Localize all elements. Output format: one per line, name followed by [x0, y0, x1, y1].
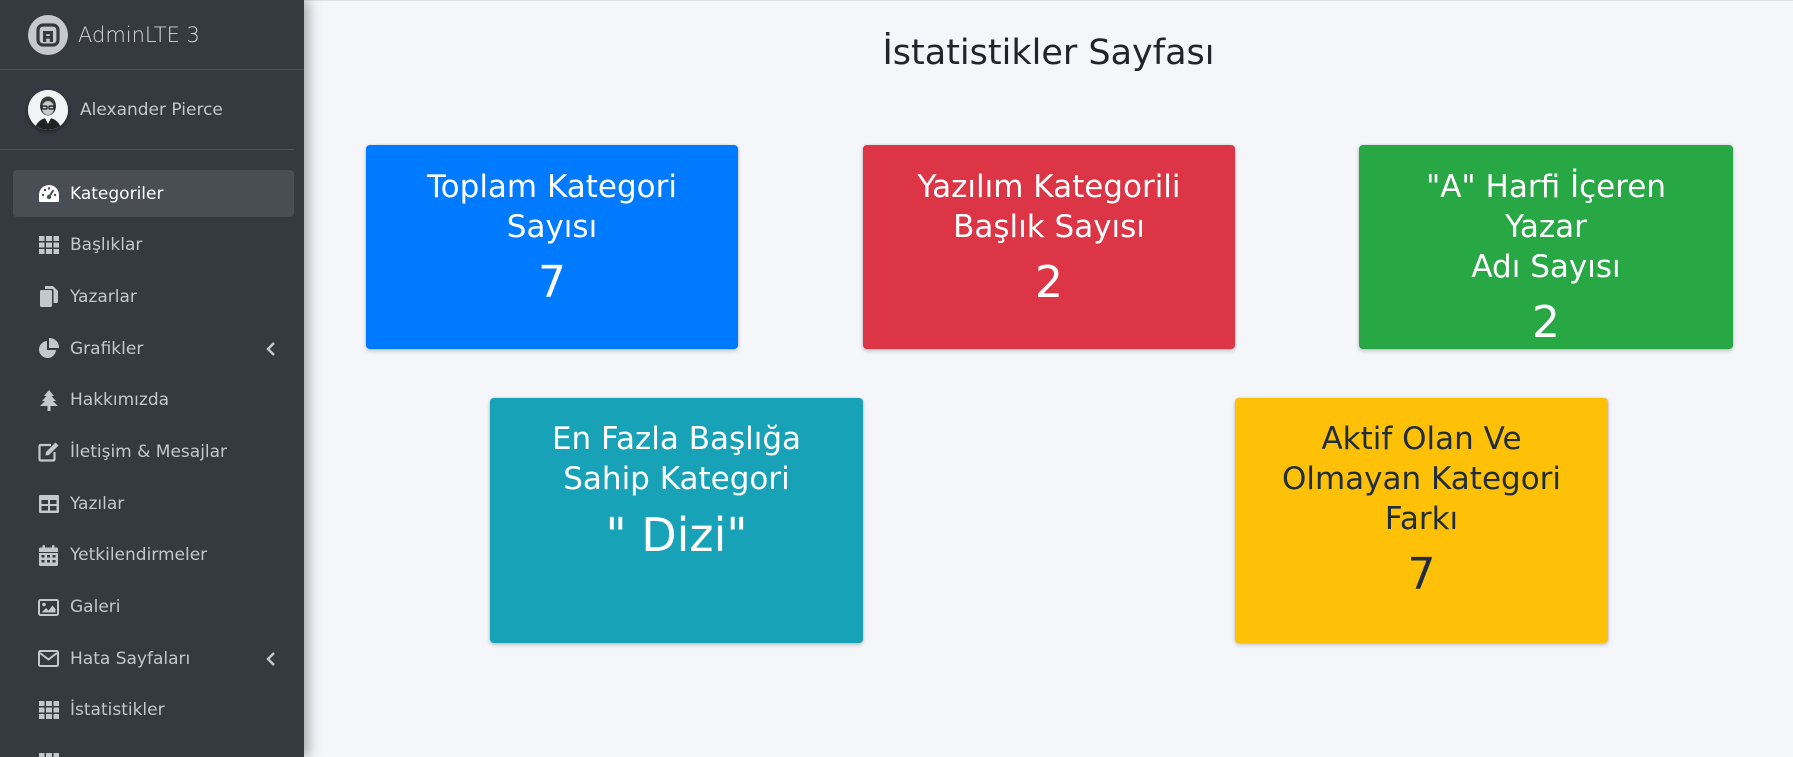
stat-card-software-titles: Yazılım Kategorili Başlık Sayısı 2 [863, 145, 1235, 349]
adminlte-logo-icon [28, 14, 68, 55]
brand-link[interactable]: AdminLTE 3 [0, 0, 304, 70]
sidebar: AdminLTE 3 Alexander Pierce Kategoriler … [0, 0, 304, 757]
th-icon [37, 234, 60, 256]
sidebar-item-label: Yetkilendirmeler [70, 545, 208, 566]
stat-card-active-inactive-diff: Aktif Olan Ve Olmayan Kategori Farkı 7 [1235, 398, 1608, 643]
brand-text: AdminLTE 3 [78, 22, 200, 47]
card-title: "A" Harfi İçeren Yazar Adı Sayısı [1359, 167, 1733, 287]
sidebar-item-galeri[interactable]: Galeri [13, 584, 294, 631]
sidebar-item-hata-sayfalari[interactable]: Hata Sayfaları [13, 635, 294, 682]
sidebar-item-yetkilendirmeler[interactable]: Yetkilendirmeler [13, 532, 294, 579]
card-title-line: Adı Sayısı [1471, 249, 1621, 285]
card-title-line: Olmayan Kategori [1281, 461, 1562, 497]
card-title-line: Toplam Kategori [427, 169, 677, 205]
card-value: 2 [1035, 257, 1063, 308]
sidebar-item-label: İstatistikler [70, 700, 165, 721]
card-value: 2 [1532, 297, 1560, 348]
user-name: Alexander Pierce [80, 99, 223, 120]
stat-card-authors-with-a: "A" Harfi İçeren Yazar Adı Sayısı 2 [1359, 145, 1733, 349]
sidebar-item-label: Hakkımızda [70, 390, 170, 411]
sidebar-item-label: Başlıklar [70, 235, 143, 256]
chevron-left-icon [264, 341, 278, 356]
card-title-line: Yazılım Kategorili [917, 169, 1181, 205]
sidebar-item-istatistikler[interactable]: İstatistikler [13, 687, 294, 734]
th-icon [37, 751, 60, 757]
card-title-line: Başlık Sayısı [953, 209, 1145, 245]
card-title: Aktif Olan Ve Olmayan Kategori Farkı [1252, 419, 1591, 539]
card-title-line: Sayısı [506, 209, 598, 245]
card-title-line: "A" Harfi İçeren Yazar [1425, 169, 1667, 245]
card-title-line: Farkı [1384, 501, 1459, 537]
card-title: En Fazla Başlığa Sahip Kategori [522, 419, 831, 499]
th-icon [37, 699, 60, 721]
stat-card-total-categories: Toplam Kategori Sayısı 7 [366, 145, 738, 349]
tree-icon [37, 389, 60, 411]
card-title: Toplam Kategori Sayısı [397, 167, 707, 247]
sidebar-item-label: İletişim & Mesajlar [70, 441, 228, 462]
sidebar-item-grafikler[interactable]: Grafikler [13, 325, 294, 372]
sidebar-item-label: Yazarlar [70, 286, 137, 307]
card-title-line: En Fazla Başlığa [551, 421, 802, 457]
sidebar-item-yazilar[interactable]: Yazılar [13, 480, 294, 527]
sidebar-item-label: Kategoriler [70, 183, 164, 204]
copy-icon [37, 286, 60, 308]
stat-card-top-category: En Fazla Başlığa Sahip Kategori " Dizi" [490, 398, 863, 643]
table-icon [37, 493, 60, 515]
sidebar-item-label: Grafikler [70, 338, 144, 359]
sidebar-item-label: Galeri [70, 597, 121, 617]
sidebar-item-label: Yazılar [70, 493, 125, 514]
chevron-left-icon [264, 651, 278, 666]
page-title: İstatistikler Sayfası [882, 33, 1215, 73]
sidebar-item-partial[interactable] [13, 739, 294, 757]
chart-pie-icon [37, 338, 60, 360]
card-value: 7 [538, 257, 566, 308]
sidebar-nav: Kategoriler Başlıklar Yazarlar Grafikler… [0, 170, 304, 757]
sidebar-item-kategoriler[interactable]: Kategoriler [13, 170, 294, 217]
content-wrapper: İstatistikler Sayfası Toplam Kategori Sa… [304, 0, 1793, 757]
card-title: Yazılım Kategorili Başlık Sayısı [887, 167, 1210, 247]
image-icon [37, 596, 60, 618]
card-value: " Dizi" [605, 508, 748, 562]
sidebar-item-label: Hata Sayfaları [70, 648, 191, 669]
card-value: 7 [1407, 549, 1436, 600]
sidebar-item-basliklar[interactable]: Başlıklar [13, 222, 294, 269]
edit-icon [37, 441, 60, 463]
sidebar-item-yazarlar[interactable]: Yazarlar [13, 273, 294, 320]
user-panel[interactable]: Alexander Pierce [0, 70, 294, 150]
sidebar-item-hakkimizda[interactable]: Hakkımızda [13, 377, 294, 424]
envelope-icon [37, 648, 60, 670]
calendar-icon [37, 544, 60, 566]
sidebar-item-iletisim-mesajlar[interactable]: İletişim & Mesajlar [13, 428, 294, 475]
card-title-line: Sahip Kategori [563, 461, 790, 497]
card-title-line: Aktif Olan Ve [1321, 421, 1522, 457]
tachometer-icon [37, 183, 60, 205]
avatar [28, 89, 68, 130]
